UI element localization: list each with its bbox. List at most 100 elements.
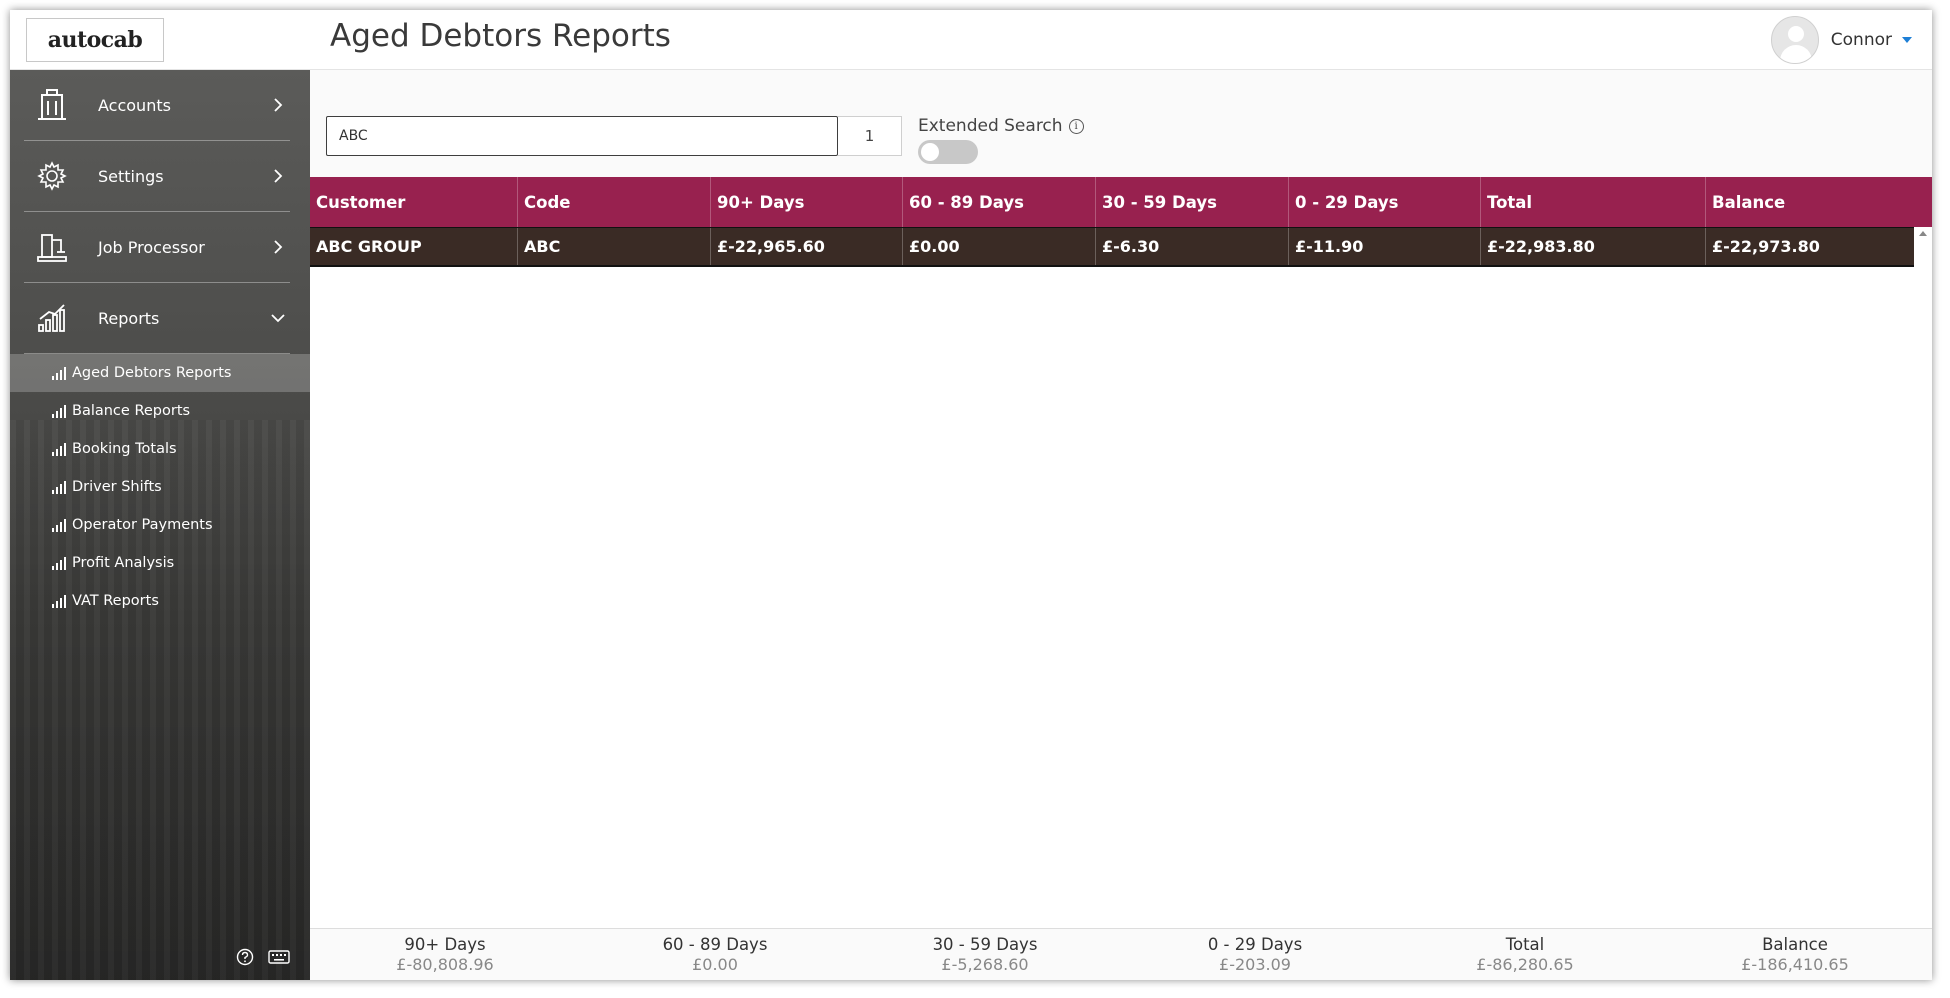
column-header[interactable]: Customer bbox=[310, 177, 518, 227]
total-value: £-5,268.60 bbox=[941, 955, 1029, 974]
sidebar-item-operator-payments[interactable]: Operator Payments bbox=[10, 506, 310, 544]
top-bar: autocab Aged Debtors Reports Connor bbox=[10, 10, 1932, 70]
logo-text: autocab bbox=[47, 27, 143, 53]
page-number-field[interactable]: 1 bbox=[838, 116, 902, 156]
chart-icon bbox=[52, 366, 66, 380]
chart-icon bbox=[52, 404, 66, 418]
table-header: Customer Code 90+ Days 60 - 89 Days 30 -… bbox=[310, 177, 1932, 227]
sidebar-item-aged-debtors-reports[interactable]: Aged Debtors Reports bbox=[10, 354, 310, 392]
cell-30-59-days: £-6.30 bbox=[1096, 228, 1289, 265]
totals-footer: 90+ Days £-80,808.96 60 - 89 Days £0.00 … bbox=[310, 928, 1932, 980]
total-label: 30 - 59 Days bbox=[932, 935, 1038, 954]
sidebar-item-vat-reports[interactable]: VAT Reports bbox=[10, 582, 310, 620]
user-name: Connor bbox=[1830, 30, 1892, 50]
chevron-right-icon bbox=[268, 237, 288, 257]
chevron-right-icon bbox=[268, 95, 288, 115]
total-total: Total £-86,280.65 bbox=[1390, 929, 1660, 980]
total-label: 0 - 29 Days bbox=[1207, 935, 1303, 954]
sidebar: Accounts Settings Job Processor Reports … bbox=[10, 70, 310, 980]
keyboard-icon[interactable] bbox=[268, 949, 290, 969]
sidebar-item-label: Balance Reports bbox=[72, 403, 191, 419]
sidebar-item-label: Job Processor bbox=[98, 237, 205, 257]
main-content: 1 Extended Search i Customer Code 90+ Da… bbox=[310, 70, 1932, 980]
column-header[interactable]: Total bbox=[1481, 177, 1706, 227]
cell-customer: ABC GROUP bbox=[310, 228, 518, 265]
cell-code: ABC bbox=[518, 228, 711, 265]
sidebar-item-label: Accounts bbox=[98, 95, 171, 115]
sidebar-item-label: Reports bbox=[98, 308, 160, 328]
cell-0-29-days: £-11.90 bbox=[1289, 228, 1481, 265]
search-bar: 1 Extended Search i bbox=[310, 70, 1932, 177]
total-balance: Balance £-186,410.65 bbox=[1660, 929, 1930, 980]
total-label: Balance bbox=[1762, 935, 1828, 954]
user-menu[interactable]: Connor bbox=[1770, 16, 1912, 64]
sidebar-item-label: Driver Shifts bbox=[72, 479, 162, 495]
sidebar-item-label: Aged Debtors Reports bbox=[72, 365, 232, 381]
total-90-plus-days: 90+ Days £-80,808.96 bbox=[310, 929, 580, 980]
chart-icon bbox=[34, 300, 70, 336]
sidebar-item-profit-analysis[interactable]: Profit Analysis bbox=[10, 544, 310, 582]
total-label: 90+ Days bbox=[404, 935, 486, 954]
sidebar-item-job-processor[interactable]: Job Processor bbox=[24, 212, 290, 283]
gear-icon bbox=[34, 158, 70, 194]
total-value: £-186,410.65 bbox=[1741, 955, 1849, 974]
page-title: Aged Debtors Reports bbox=[330, 18, 671, 54]
table-scrollbar[interactable] bbox=[1916, 227, 1930, 939]
total-30-59-days: 30 - 59 Days £-5,268.60 bbox=[850, 929, 1120, 980]
chart-icon bbox=[52, 594, 66, 608]
sidebar-item-label: Profit Analysis bbox=[72, 555, 175, 571]
column-header[interactable]: 0 - 29 Days bbox=[1289, 177, 1481, 227]
sidebar-item-reports[interactable]: Reports bbox=[24, 283, 290, 354]
logo[interactable]: autocab bbox=[26, 18, 164, 62]
chart-icon bbox=[52, 442, 66, 456]
search-input[interactable] bbox=[326, 116, 838, 156]
sidebar-item-label: Settings bbox=[98, 166, 164, 186]
cell-balance: £-22,973.80 bbox=[1712, 237, 1820, 256]
building-icon bbox=[34, 87, 70, 123]
app-window: autocab Aged Debtors Reports Connor Acco… bbox=[10, 10, 1932, 980]
cell-90-plus-days: £-22,965.60 bbox=[711, 228, 903, 265]
extended-search-toggle[interactable] bbox=[918, 140, 978, 164]
extended-search-text: Extended Search bbox=[918, 116, 1063, 136]
chart-icon bbox=[52, 556, 66, 570]
cell-total: £-22,983.80 bbox=[1481, 228, 1706, 265]
cell-60-89-days: £0.00 bbox=[903, 228, 1096, 265]
total-label: 60 - 89 Days bbox=[662, 935, 768, 954]
help-icon[interactable] bbox=[236, 948, 254, 970]
sidebar-item-label: VAT Reports bbox=[72, 593, 159, 609]
sidebar-item-balance-reports[interactable]: Balance Reports bbox=[10, 392, 310, 430]
column-header[interactable]: 60 - 89 Days bbox=[903, 177, 1096, 227]
total-0-29-days: 0 - 29 Days £-203.09 bbox=[1120, 929, 1390, 980]
column-header[interactable]: Code bbox=[518, 177, 711, 227]
total-value: £0.00 bbox=[692, 955, 738, 974]
sidebar-item-settings[interactable]: Settings bbox=[24, 141, 290, 212]
sidebar-item-label: Operator Payments bbox=[72, 517, 213, 533]
caret-down-icon[interactable] bbox=[1902, 37, 1912, 43]
chevron-down-icon bbox=[268, 308, 288, 328]
toggle-knob bbox=[921, 143, 939, 161]
aged-debtors-table: Customer Code 90+ Days 60 - 89 Days 30 -… bbox=[310, 177, 1932, 267]
scroll-up-icon[interactable] bbox=[1919, 231, 1927, 236]
extended-search-label: Extended Search i bbox=[918, 116, 1084, 136]
chart-icon bbox=[52, 518, 66, 532]
sidebar-item-accounts[interactable]: Accounts bbox=[24, 70, 290, 141]
total-value: £-86,280.65 bbox=[1476, 955, 1574, 974]
chart-icon bbox=[52, 480, 66, 494]
sidebar-item-driver-shifts[interactable]: Driver Shifts bbox=[10, 468, 310, 506]
table-row[interactable]: ABC GROUP ABC £-22,965.60 £0.00 £-6.30 £… bbox=[310, 227, 1914, 267]
total-60-89-days: 60 - 89 Days £0.00 bbox=[580, 929, 850, 980]
total-value: £-80,808.96 bbox=[396, 955, 494, 974]
column-header[interactable]: Balance bbox=[1706, 177, 1932, 227]
job-processor-icon bbox=[34, 229, 70, 265]
column-header[interactable]: 90+ Days bbox=[711, 177, 903, 227]
sidebar-item-booking-totals[interactable]: Booking Totals bbox=[10, 430, 310, 468]
sidebar-footer bbox=[236, 948, 290, 970]
total-label: Total bbox=[1505, 935, 1545, 954]
reports-submenu: Aged Debtors Reports Balance Reports Boo… bbox=[10, 354, 310, 620]
chevron-right-icon bbox=[268, 166, 288, 186]
avatar bbox=[1770, 16, 1819, 64]
total-value: £-203.09 bbox=[1219, 955, 1291, 974]
sidebar-item-label: Booking Totals bbox=[72, 441, 177, 457]
info-icon[interactable]: i bbox=[1068, 118, 1084, 134]
column-header[interactable]: 30 - 59 Days bbox=[1096, 177, 1289, 227]
